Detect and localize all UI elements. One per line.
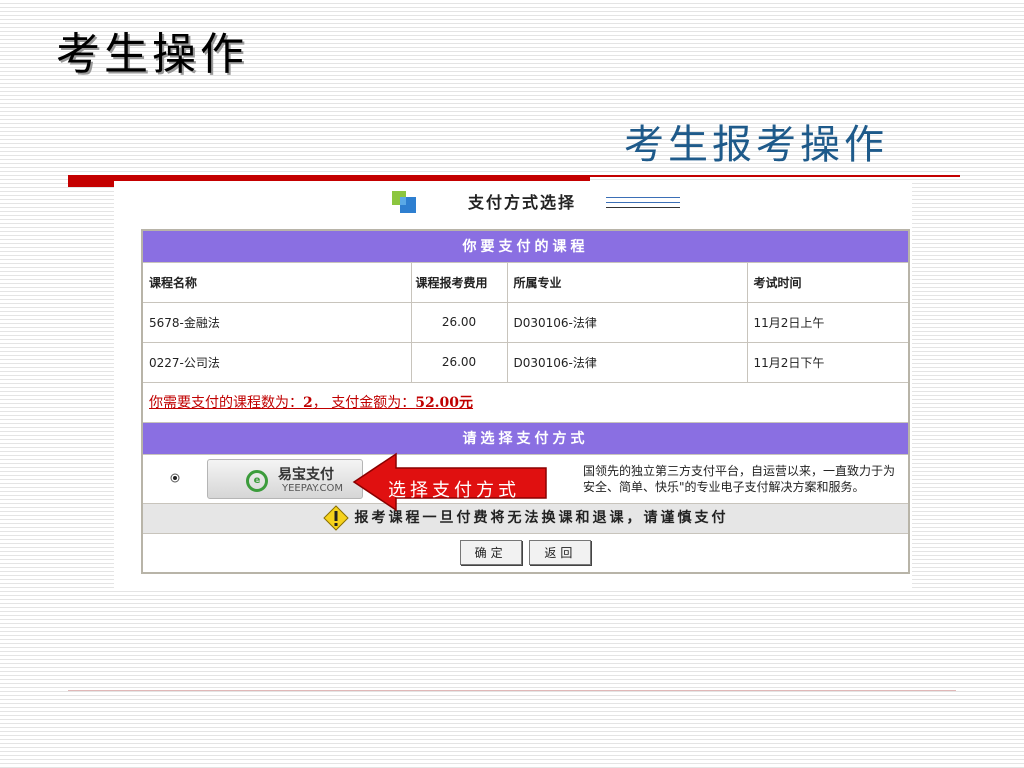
- cell-major: D030106-法律: [506, 301, 748, 343]
- cell-major: D030106-法律: [506, 341, 748, 383]
- payment-radio[interactable]: [143, 455, 207, 503]
- cell-fee: 26.00: [410, 301, 508, 343]
- yeepay-logo-icon: e: [246, 469, 268, 492]
- payment-band-title: 请选择支付方式: [141, 421, 910, 455]
- screenshot-panel: 支付方式选择 你要支付的课程 课程名称 课程报考费用 所属专业 考试时间 567…: [114, 181, 912, 589]
- yeepay-option-button[interactable]: e 易宝支付 YEEPAY.COM: [207, 458, 363, 499]
- page-heading: 支付方式选择: [468, 193, 577, 212]
- back-button[interactable]: 返回: [529, 540, 592, 566]
- summary-count: 2: [303, 395, 313, 411]
- table-header-row: 课程名称 课程报考费用 所属专业 考试时间: [141, 261, 910, 303]
- slide-subtitle: 考生报考操作: [624, 122, 888, 168]
- col-header-fee: 课程报考费用: [410, 261, 508, 303]
- red-accent-line: [590, 175, 960, 177]
- col-header-major: 所属专业: [506, 261, 748, 303]
- slide-title: 考生操作: [56, 29, 248, 80]
- courses-band-title: 你要支付的课程: [141, 229, 910, 263]
- col-header-course-name: 课程名称: [141, 261, 412, 303]
- cell-exam-time: 11月2日上午: [746, 301, 910, 343]
- radio-selected-icon[interactable]: [170, 473, 180, 483]
- payment-table: 你要支付的课程 课程名称 课程报考费用 所属专业 考试时间 5678-金融法 2…: [141, 229, 910, 574]
- summary-amount: 52.00元: [415, 395, 474, 411]
- payment-summary-row: 你需要支付的课程数为：2， 支付金额为：52.00元: [141, 381, 910, 423]
- payment-header: 支付方式选择: [114, 181, 912, 225]
- bottom-divider: [68, 690, 956, 691]
- actions-row: 确定 返回: [141, 532, 910, 574]
- table-row: 5678-金融法 26.00 D030106-法律 11月2日上午: [141, 301, 910, 343]
- payment-summary: 你需要支付的课程数为：2， 支付金额为：52.00元: [141, 381, 910, 423]
- yeepay-name: 易宝支付: [278, 466, 334, 483]
- yeepay-domain: YEEPAY.COM: [282, 482, 343, 494]
- col-header-exam-time: 考试时间: [746, 261, 910, 303]
- cell-course-name: 0227-公司法: [141, 341, 412, 383]
- cell-exam-time: 11月2日下午: [746, 341, 910, 383]
- callout-text: 选择支付方式: [388, 480, 520, 501]
- table-row: 0227-公司法 26.00 D030106-法律 11月2日下午: [141, 341, 910, 383]
- payment-method-icon: [392, 191, 416, 213]
- summary-text: 你需要支付的课程数为：2， 支付金额为：52.00元: [149, 395, 474, 411]
- heading-decoration: [606, 197, 680, 209]
- payment-description: 国领先的独立第三方支付平台，自运营以来，一直致力于为 安全、简单、快乐"的专业电…: [583, 463, 896, 494]
- cell-fee: 26.00: [410, 341, 508, 383]
- warning-icon: [322, 505, 349, 531]
- cell-course-name: 5678-金融法: [141, 301, 412, 343]
- warning-text: 报考课程一旦付费将无法换课和退课，请谨慎支付: [354, 510, 729, 526]
- confirm-button[interactable]: 确定: [459, 540, 522, 566]
